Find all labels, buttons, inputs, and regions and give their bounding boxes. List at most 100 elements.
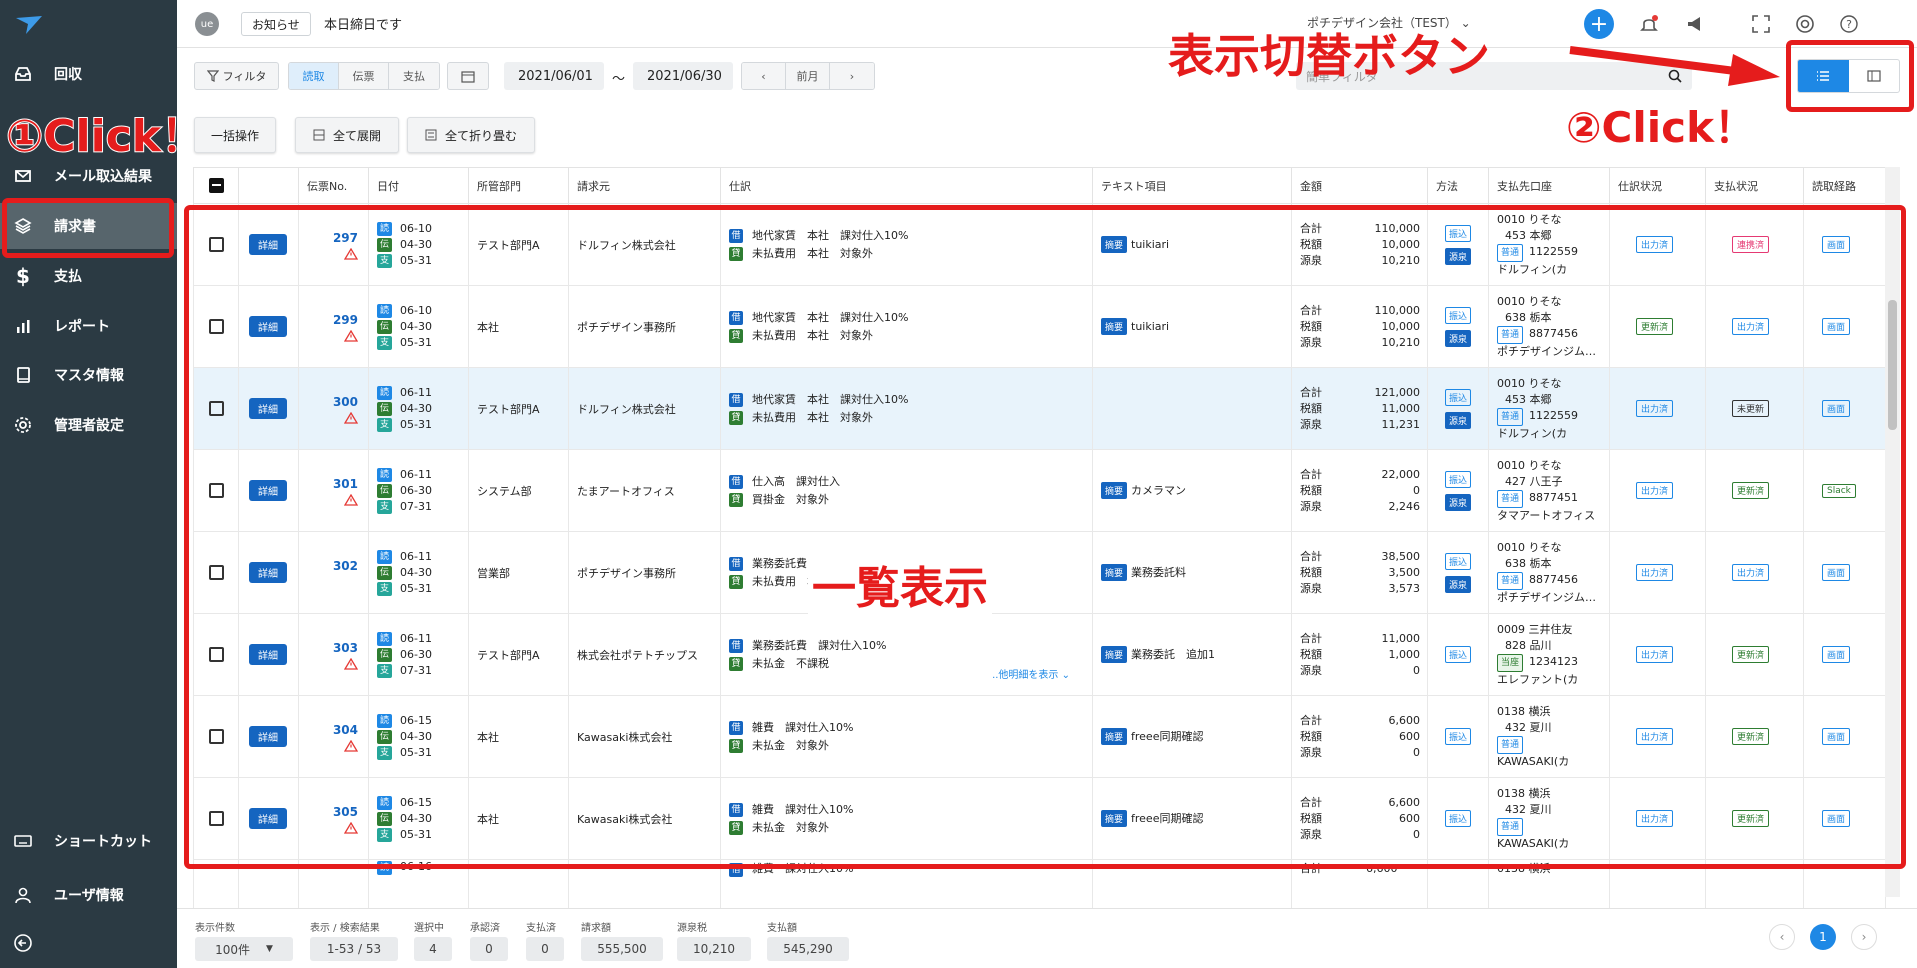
bar-chart-icon <box>12 315 34 337</box>
next-page-button[interactable]: › <box>1851 924 1877 950</box>
dollar-icon: $ <box>16 264 30 288</box>
tab-voucher[interactable]: 伝票 <box>339 63 389 89</box>
megaphone-icon[interactable] <box>1685 13 1707 35</box>
select-all-checkbox[interactable] <box>209 178 224 193</box>
header-account[interactable]: 支払先口座 <box>1488 167 1610 204</box>
sidebar-item-collection[interactable]: 回収 <box>0 51 177 97</box>
footer-paid-value: 0 <box>526 937 564 961</box>
prev-page-button[interactable]: ‹ <box>1769 924 1795 950</box>
plus-icon: + <box>1589 11 1609 37</box>
footer-selected-value: 4 <box>414 937 452 961</box>
filter-icon <box>206 70 219 82</box>
annotation-toggle-label: 表示切替ボタン <box>1168 29 1490 83</box>
annotation-box-invoices <box>2 198 174 258</box>
arrow-left-circle-icon <box>12 932 34 954</box>
footer-label-payment: 支払額 <box>767 923 797 934</box>
expand-all-button[interactable]: 全て展開 <box>295 117 399 153</box>
calendar-icon <box>461 71 475 83</box>
avatar[interactable]: ue <box>195 12 219 36</box>
month-nav: ‹ 前月 › <box>741 62 875 90</box>
annotation-list-label: 一覧表示 <box>808 552 992 616</box>
bulk-action-button[interactable]: 一括操作 <box>194 117 276 153</box>
header-text[interactable]: テキスト項目 <box>1092 167 1292 204</box>
sidebar-item-shortcuts[interactable]: ショートカット <box>0 818 177 864</box>
annotation-arrow <box>1569 46 1780 86</box>
sidebar-item-label: ユーザ情報 <box>54 888 124 904</box>
sidebar-item-label: ショートカット <box>54 834 152 850</box>
header-voucher-no[interactable]: 伝票No. <box>298 167 369 204</box>
expand-all-label: 全て展開 <box>332 128 381 143</box>
inbox-icon <box>12 63 34 85</box>
header-detail <box>238 167 299 204</box>
header-select-all[interactable] <box>193 167 239 204</box>
annotation-box-toggle <box>1786 40 1914 112</box>
header-payment-status[interactable]: 支払状況 <box>1705 167 1804 204</box>
sidebar-collapse-button[interactable] <box>0 920 177 966</box>
sidebar-item-label: 管理者設定 <box>54 418 124 434</box>
date-to-input[interactable]: 2021/06/30 <box>633 62 733 90</box>
footer-payment-value: 545,290 <box>767 937 849 961</box>
help-ring-icon[interactable] <box>1794 13 1816 35</box>
footer-label-selected: 選択中 <box>414 923 444 934</box>
page-1-button[interactable]: 1 <box>1810 924 1836 950</box>
footer-billed-value: 555,500 <box>581 937 663 961</box>
notice-button[interactable]: お知らせ <box>241 12 311 36</box>
footer-label-withholding: 源泉税 <box>677 923 707 934</box>
page-size-select[interactable]: 100件 ▼ <box>195 937 293 961</box>
sidebar-item-admin[interactable]: 管理者設定 <box>0 402 177 448</box>
sidebar-item-label: レポート <box>54 319 110 335</box>
annotation-box-list <box>184 205 1906 869</box>
collapse-all-button[interactable]: 全て折り畳む <box>407 117 535 153</box>
caret-down-icon: ▼ <box>265 944 273 954</box>
prev-arrow-button[interactable]: ‹ <box>742 63 786 89</box>
filter-label: フィルタ <box>222 70 267 83</box>
table-header-row: 伝票No. 日付 所管部門 請求元 仕訳 テキスト項目 金額 方法 支払先口座 … <box>193 167 1886 204</box>
mode-segment: 読取 伝票 支払 <box>288 62 440 90</box>
tab-read[interactable]: 読取 <box>289 63 339 89</box>
footer-approved-value: 0 <box>470 937 508 961</box>
annotation-click2: ②Click！ <box>1566 103 1757 152</box>
sidebar-item-reports[interactable]: レポート <box>0 303 177 349</box>
sidebar-item-label: 支払 <box>54 269 82 285</box>
footer-label-range: 表示 / 検索結果 <box>310 923 380 934</box>
footer-label-approved: 承認済 <box>470 923 500 934</box>
filter-button[interactable]: フィルタ <box>194 62 279 90</box>
sidebar-item-user[interactable]: ユーザ情報 <box>0 872 177 918</box>
bell-icon[interactable] <box>1638 13 1660 35</box>
header-department[interactable]: 所管部門 <box>468 167 569 204</box>
sidebar-item-label: メール取込結果 <box>54 169 152 185</box>
calendar-button[interactable] <box>447 62 489 90</box>
header-method[interactable]: 方法 <box>1427 167 1489 204</box>
footer-label-paid: 支払済 <box>526 923 556 934</box>
sidebar-item-label: 回収 <box>54 67 82 83</box>
sidebar-item-master[interactable]: マスタ情報 <box>0 352 177 398</box>
prev-month-button[interactable]: 前月 <box>786 63 830 89</box>
date-separator: 〜 <box>612 72 626 87</box>
tab-payment[interactable]: 支払 <box>389 63 439 89</box>
next-arrow-button[interactable]: › <box>830 63 874 89</box>
header-journal[interactable]: 仕訳 <box>720 167 1093 204</box>
book-icon <box>12 364 34 386</box>
header-amount[interactable]: 金額 <box>1291 167 1428 204</box>
user-icon <box>12 884 34 906</box>
sidebar-item-payments[interactable]: $ 支払 <box>0 253 177 299</box>
mail-icon <box>12 165 34 187</box>
date-from-input[interactable]: 2021/06/01 <box>504 62 604 90</box>
sidebar-item-label: マスタ情報 <box>54 368 124 384</box>
footer-withholding-value: 10,210 <box>677 937 751 961</box>
collapse-icon <box>425 129 437 141</box>
question-icon[interactable]: ? <box>1838 13 1860 35</box>
keyboard-icon <box>12 830 34 852</box>
header-vendor[interactable]: 請求元 <box>568 167 721 204</box>
app-logo-icon[interactable] <box>14 14 44 36</box>
header-source[interactable]: 読取経路 <box>1803 167 1886 204</box>
expand-icon <box>313 129 325 141</box>
header-journal-status[interactable]: 仕訳状況 <box>1609 167 1706 204</box>
notice-text: 本日締日です <box>324 18 403 33</box>
annotation-click1: ①Click！ <box>5 110 206 163</box>
header-date[interactable]: 日付 <box>368 167 469 204</box>
fullscreen-icon[interactable] <box>1750 13 1772 35</box>
footer-label-count: 表示件数 <box>195 923 235 934</box>
footer-range-value: 1-53 / 53 <box>310 937 398 961</box>
add-button[interactable]: + <box>1584 9 1614 39</box>
